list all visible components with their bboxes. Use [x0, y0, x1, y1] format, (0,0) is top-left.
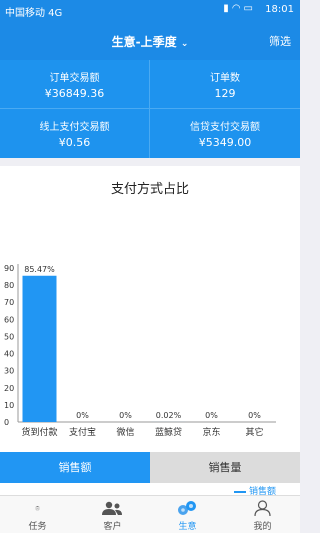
y-tick-label: 0: [4, 418, 9, 427]
stat-label: 信贷支付交易额: [190, 122, 260, 133]
tab-label: 任务: [28, 522, 47, 532]
tab-label: 生意: [178, 522, 197, 532]
stat-label: 线上支付交易额: [39, 122, 110, 133]
signal-icon: ▮: [223, 3, 232, 14]
y-tick-label: 50: [4, 332, 14, 341]
clipboard-icon: [35, 506, 40, 511]
person-icon: [254, 500, 271, 516]
data-label: 0%: [248, 411, 261, 420]
data-label: 0%: [76, 411, 89, 420]
y-tick-label: 80: [4, 281, 14, 290]
y-tick-label: 70: [4, 298, 14, 307]
sales-amount-tab[interactable]: 销售额: [0, 452, 150, 483]
users-icon: [102, 501, 122, 515]
page-title: 生意-上季度: [111, 35, 177, 49]
chevron-down-icon: ⌄: [180, 39, 189, 49]
stat-label: 订单交易额: [49, 73, 100, 84]
clock: 18:01: [265, 4, 294, 15]
stat-order-count: 订单数 129: [150, 60, 300, 109]
legend-strip: 销售额: [0, 483, 300, 497]
battery-icon: ▭: [243, 3, 256, 14]
tab-label: 客户: [103, 522, 122, 532]
stat-online-payment: 线上支付交易额 ¥0.56: [0, 109, 150, 158]
y-tick-label: 10: [4, 401, 14, 410]
y-tick-label: 20: [4, 384, 14, 393]
stat-label: 订单数: [210, 73, 240, 84]
x-tick-label: 蓝鲸贷: [155, 426, 182, 438]
status-bar: 中国移动 4G ▮◠▭ 18:01: [0, 0, 300, 22]
tab-business[interactable]: 生意: [150, 496, 225, 533]
x-tick-label: 货到付款: [21, 426, 57, 438]
x-tick-label: 其它: [245, 426, 263, 438]
tab-label: 我的: [253, 522, 272, 532]
payment-method-chart-card: 支付方式占比 0 10 20 30 40 50 60 70 80 90 85.47% 货到付款 0% 支付…: [0, 166, 300, 452]
stat-credit-payment: 信贷支付交易额 ¥5349.00: [150, 109, 300, 158]
data-label: 0%: [205, 411, 218, 420]
y-tick-label: 60: [4, 315, 14, 324]
stat-value: ¥36849.36: [44, 87, 105, 100]
stats-grid: 订单交易额 ¥36849.36 订单数 129 线上支付交易额 ¥0.56 信贷…: [0, 60, 300, 158]
filter-button[interactable]: 筛选: [269, 33, 291, 49]
x-tick-label: 微信: [116, 426, 134, 438]
period-selector[interactable]: 生意-上季度 ⌄: [0, 33, 300, 50]
legend-swatch: [233, 490, 246, 493]
y-tick-label: 90: [4, 264, 14, 273]
x-tick-label: 京东: [202, 426, 220, 438]
x-tick-label: 支付宝: [69, 426, 96, 438]
sales-volume-tab[interactable]: 销售量: [150, 452, 300, 483]
system-icons: ▮◠▭: [223, 3, 256, 14]
bottom-tab-bar: 任务 客户 生意 我的: [0, 495, 300, 533]
carrier-label: 中国移动 4G: [5, 8, 63, 19]
y-tick-label: 40: [4, 350, 14, 359]
metric-toggle: 销售额 销售量: [0, 452, 300, 483]
data-label: 0%: [119, 411, 132, 420]
stat-value: ¥0.56: [58, 136, 91, 149]
stat-value: ¥5349.00: [198, 136, 252, 149]
y-tick-label: 30: [4, 367, 14, 376]
tab-tasks[interactable]: 任务: [0, 496, 75, 533]
tab-customers[interactable]: 客户: [75, 496, 150, 533]
app-header: 生意-上季度 ⌄ 筛选: [0, 22, 300, 60]
tab-profile[interactable]: 我的: [225, 496, 300, 533]
wifi-icon: ◠: [231, 3, 244, 14]
stat-value: 129: [214, 87, 236, 100]
stat-order-amount: 订单交易额 ¥36849.36: [0, 60, 150, 109]
coins-icon: [178, 501, 196, 515]
chart-bar: [22, 275, 57, 422]
data-label: 85.47%: [24, 265, 55, 274]
data-label: 0.02%: [156, 411, 182, 420]
payment-method-chart: 0 10 20 30 40 50 60 70 80 90 85.47% 货到付款 0% 支付宝 0% 微信 0.…: [4, 264, 276, 438]
